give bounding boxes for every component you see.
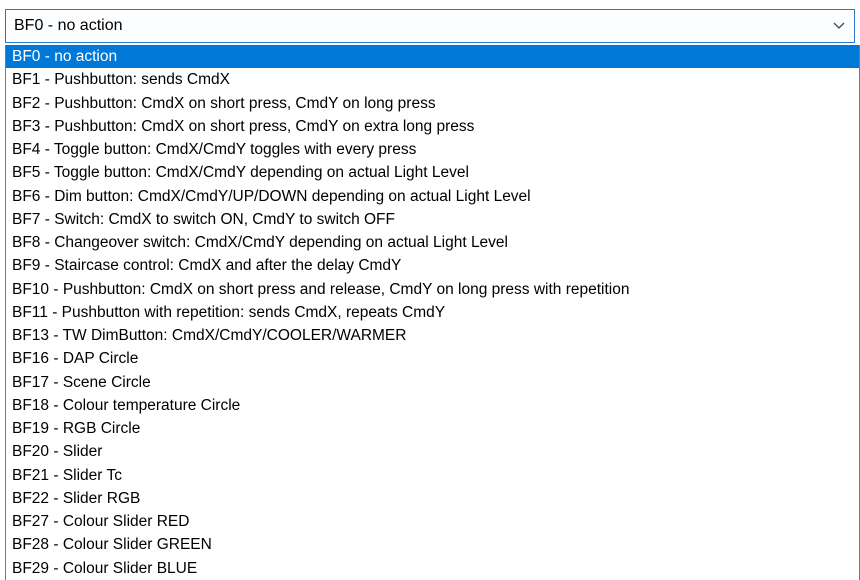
list-item[interactable]: BF9 - Staircase control: CmdX and after … — [6, 254, 859, 277]
list-item[interactable]: BF19 - RGB Circle — [6, 417, 859, 440]
list-item[interactable]: BF7 - Switch: CmdX to switch ON, CmdY to… — [6, 208, 859, 231]
list-item[interactable]: BF18 - Colour temperature Circle — [6, 394, 859, 417]
list-item[interactable]: BF2 - Pushbutton: CmdX on short press, C… — [6, 92, 859, 115]
list-item[interactable]: BF6 - Dim button: CmdX/CmdY/UP/DOWN depe… — [6, 185, 859, 208]
list-item[interactable]: BF10 - Pushbutton: CmdX on short press a… — [6, 278, 859, 301]
list-item[interactable]: BF27 - Colour Slider RED — [6, 510, 859, 533]
chevron-down-icon[interactable] — [830, 16, 848, 34]
list-item[interactable]: BF11 - Pushbutton with repetition: sends… — [6, 301, 859, 324]
list-item[interactable]: BF0 - no action — [6, 45, 859, 69]
list-item[interactable]: BF8 - Changeover switch: CmdX/CmdY depen… — [6, 231, 859, 254]
list-item[interactable]: BF29 - Colour Slider BLUE — [6, 557, 859, 580]
list-item[interactable]: BF16 - DAP Circle — [6, 347, 859, 370]
list-item[interactable]: BF20 - Slider — [6, 440, 859, 463]
list-item[interactable]: BF21 - Slider Tc — [6, 464, 859, 487]
list-item[interactable]: BF3 - Pushbutton: CmdX on short press, C… — [6, 115, 859, 138]
list-item[interactable]: BF22 - Slider RGB — [6, 487, 859, 510]
list-item[interactable]: BF5 - Toggle button: CmdX/CmdY depending… — [6, 161, 859, 184]
list-item[interactable]: BF17 - Scene Circle — [6, 371, 859, 394]
list-item[interactable]: BF1 - Pushbutton: sends CmdX — [6, 68, 859, 91]
function-select-value: BF0 - no action — [14, 17, 123, 34]
function-dropdown-list[interactable]: BF0 - no action BF1 - Pushbutton: sends … — [5, 45, 860, 580]
list-item[interactable]: BF28 - Colour Slider GREEN — [6, 533, 859, 556]
function-select[interactable]: BF0 - no action — [5, 9, 855, 43]
list-item[interactable]: BF4 - Toggle button: CmdX/CmdY toggles w… — [6, 138, 859, 161]
list-item[interactable]: BF13 - TW DimButton: CmdX/CmdY/COOLER/WA… — [6, 324, 859, 347]
